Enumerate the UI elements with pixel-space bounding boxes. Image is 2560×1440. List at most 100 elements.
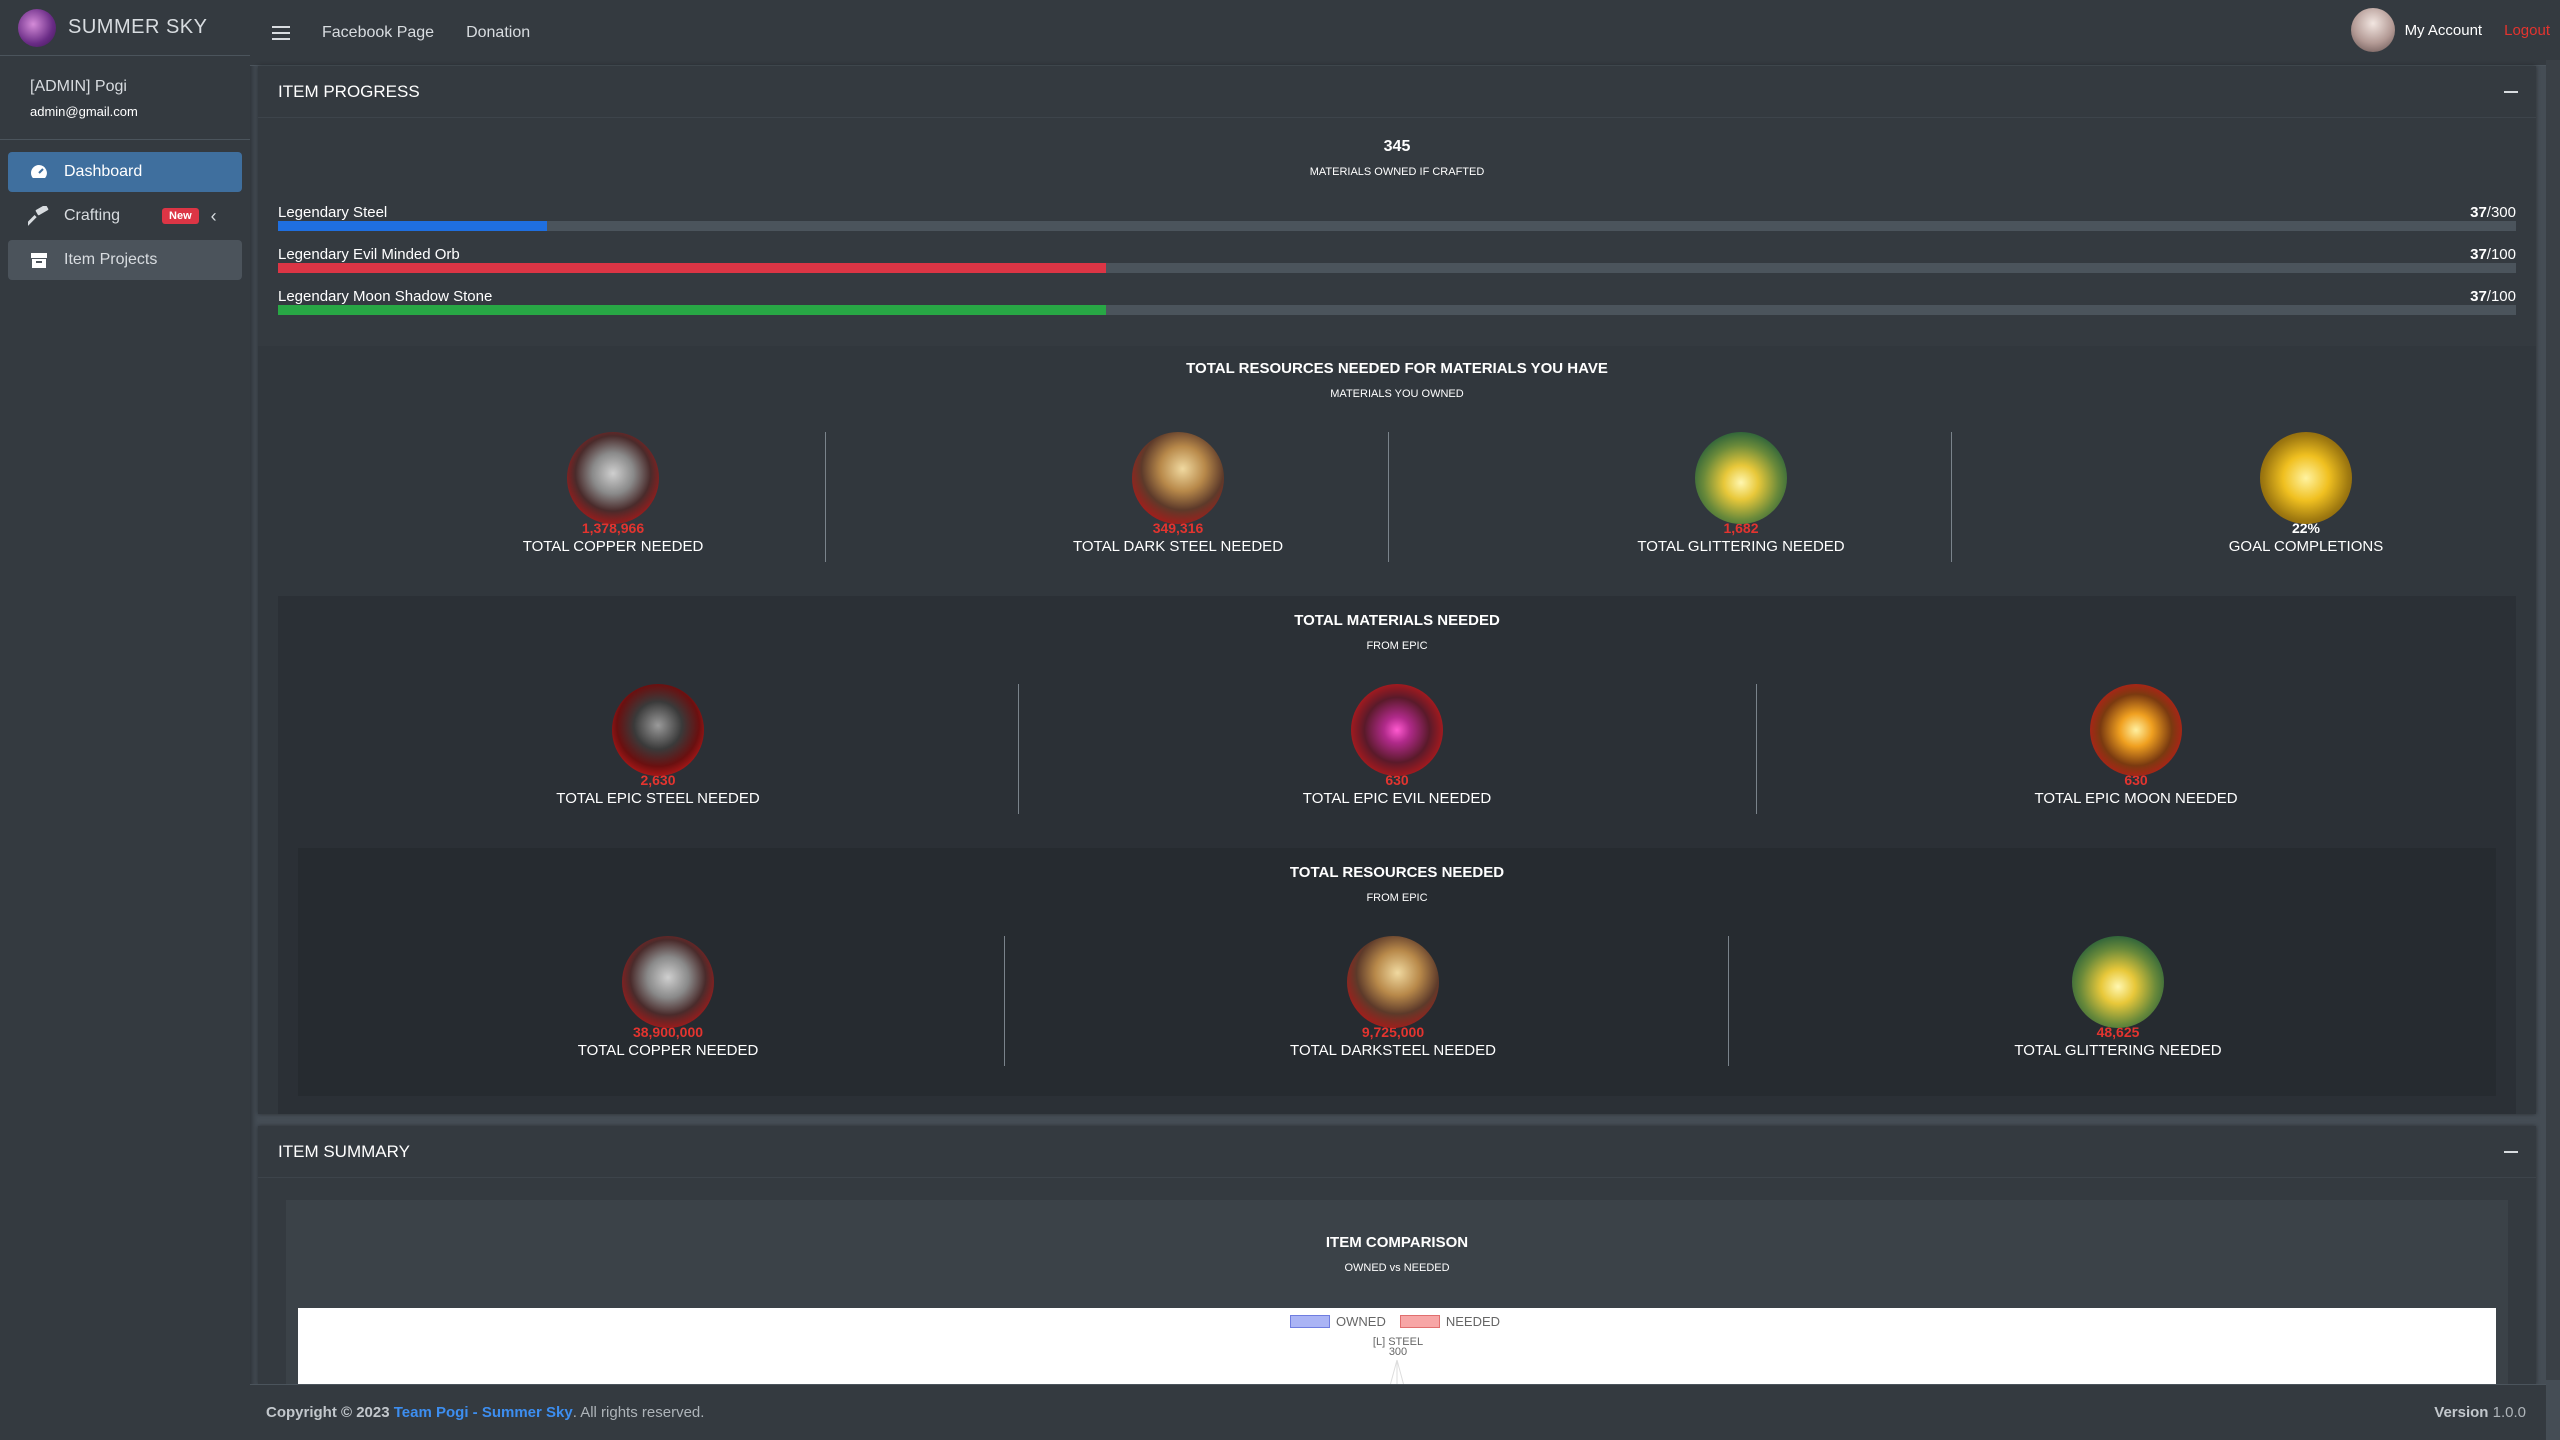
section-title: TOTAL RESOURCES NEEDED [1289, 864, 1505, 881]
card-title: ITEM PROGRESS [278, 81, 420, 101]
version-number: 1.0.0 [2488, 1404, 2526, 1421]
stat-total-dark-steel: 349,316 TOTAL DARK STEEL NEEDED [1028, 432, 1328, 555]
legend-owned-label[interactable]: OWNED [1336, 1314, 1386, 1329]
dashboard-gauge-icon [28, 162, 50, 182]
stat-label: TOTAL DARKSTEEL NEEDED [1290, 1042, 1496, 1059]
legend-needed-label[interactable]: NEEDED [1446, 1314, 1500, 1329]
progress-total: /100 [2486, 288, 2516, 305]
stat-total-glittering: 1,682 TOTAL GLITTERING NEEDED [1591, 432, 1891, 555]
epic-steel-icon [612, 684, 704, 776]
progress-row-legendary-evil-minded-orb: Legendary Evil Minded Orb 37/100 [278, 246, 2516, 273]
legend-needed-swatch[interactable] [1399, 1315, 1440, 1328]
card-title: ITEM SUMMARY [278, 1141, 410, 1161]
goal-icon [2260, 432, 2352, 524]
new-badge: New [162, 208, 199, 224]
copper-icon [622, 936, 714, 1028]
progress-value: 37/100 [2470, 288, 2516, 305]
stat-label: TOTAL EPIC STEEL NEEDED [556, 790, 760, 807]
collapse-icon[interactable] [2504, 91, 2518, 93]
progress-owned: 37 [2470, 246, 2487, 263]
copyright-label: Copyright © 2023 [266, 1404, 394, 1421]
progress-label: Legendary Evil Minded Orb [278, 246, 460, 263]
copyright-text: Copyright © 2023 Team Pogi - Summer Sky.… [266, 1404, 704, 1421]
stat-label: TOTAL GLITTERING NEEDED [2014, 1042, 2222, 1059]
chart-title: ITEM COMPARISON [1325, 1234, 1469, 1251]
team-link[interactable]: Team Pogi - Summer Sky [394, 1404, 573, 1421]
section-subtitle: FROM EPIC [1366, 892, 1428, 904]
sidebar-item-crafting[interactable]: Crafting New ‹ [8, 196, 242, 236]
progress-row-legendary-steel: Legendary Steel 37/300 [278, 204, 2516, 231]
progress-track [278, 263, 2516, 273]
hammer-icon [28, 206, 50, 226]
copper-icon [567, 432, 659, 524]
progress-fill [278, 305, 1107, 315]
stat-total-darksteel: 9,725,000 TOTAL DARKSTEEL NEEDED [1243, 936, 1543, 1059]
progress-owned: 37 [2470, 204, 2487, 221]
facebook-page-link[interactable]: Facebook Page [322, 24, 434, 42]
sidebar-item-label: Crafting [64, 207, 121, 224]
card-header: ITEM SUMMARY [258, 1126, 2536, 1178]
stat-label: TOTAL DARK STEEL NEEDED [1072, 538, 1284, 555]
radar-tick-label: 300 [1388, 1346, 1408, 1358]
stat-label: GOAL COMPLETIONS [2228, 538, 2384, 555]
materials-section: TOTAL MATERIALS NEEDED FROM EPIC 2,630 T… [278, 596, 2516, 1114]
rights-text: . All rights reserved. [572, 1404, 705, 1421]
resources-section: TOTAL RESOURCES NEEDED FROM EPIC 38,900,… [298, 848, 2496, 1096]
chart-legend: OWNED NEEDED [1290, 1314, 1500, 1329]
footer: Copyright © 2023 Team Pogi - Summer Sky.… [250, 1384, 2546, 1440]
version-text: Version 1.0.0 [2434, 1404, 2526, 1421]
section-title: TOTAL MATERIALS NEEDED [1294, 612, 1500, 629]
chevron-left-icon[interactable]: ‹ [211, 206, 217, 227]
dark-steel-chest-icon [1132, 432, 1224, 524]
dark-steel-chest-icon [1347, 936, 1439, 1028]
radar-grid-line [1396, 1359, 1405, 1384]
stat-goal-completions: 22% GOAL COMPLETIONS [2156, 432, 2456, 555]
progress-total: /300 [2486, 204, 2516, 221]
glittering-icon [2072, 936, 2164, 1028]
sidebar-nav: Dashboard Crafting New ‹ Item Projects [0, 140, 250, 296]
progress-owned: 37 [2470, 288, 2487, 305]
brand[interactable]: SUMMER SKY [0, 0, 250, 56]
page-scrollbar[interactable] [2546, 60, 2560, 1380]
brand-name: SUMMER SKY [68, 16, 208, 38]
avatar[interactable] [2350, 8, 2395, 52]
divider [1951, 432, 1952, 562]
sidebar: SUMMER SKY [ADMIN] Pogi admin@gmail.com … [0, 0, 250, 1440]
sidebar-item-item-projects[interactable]: Item Projects [8, 240, 242, 280]
owned-resources-section: TOTAL RESOURCES NEEDED FOR MATERIALS YOU… [258, 346, 2536, 1114]
donation-link[interactable]: Donation [466, 24, 530, 42]
sidebar-item-dashboard[interactable]: Dashboard [8, 152, 242, 192]
collapse-icon[interactable] [2504, 1151, 2518, 1153]
account-area: My Account Logout [2350, 8, 2550, 52]
divider [1728, 936, 1729, 1066]
user-email: admin@gmail.com [30, 104, 138, 119]
stat-label: TOTAL COPPER NEEDED [522, 538, 704, 555]
sidebar-item-label: Item Projects [64, 251, 158, 268]
glittering-icon [1695, 432, 1787, 524]
user-panel: [ADMIN] Pogi admin@gmail.com [0, 56, 250, 140]
user-name[interactable]: [ADMIN] Pogi [30, 78, 220, 96]
progress-value: 37/300 [2470, 204, 2516, 221]
progress-total: /100 [2486, 246, 2516, 263]
progress-row-legendary-moon-shadow-stone: Legendary Moon Shadow Stone 37/100 [278, 288, 2516, 315]
divider [1388, 432, 1389, 562]
top-navbar: Facebook Page Donation My Account Logout [250, 0, 2560, 66]
materials-owned-count: 345 [1383, 138, 1411, 155]
legend-owned-swatch[interactable] [1290, 1315, 1330, 1328]
stat-epic-moon: 630 TOTAL EPIC MOON NEEDED [1986, 684, 2286, 807]
hamburger-menu-icon[interactable] [272, 25, 290, 40]
radar-grid-line [1389, 1359, 1398, 1384]
divider [825, 432, 826, 562]
version-label: Version [2434, 1404, 2489, 1421]
epic-evil-icon [1351, 684, 1443, 776]
brand-logo-icon [18, 8, 56, 47]
section-title: TOTAL RESOURCES NEEDED FOR MATERIALS YOU… [1186, 360, 1608, 377]
stat-label: TOTAL EPIC EVIL NEEDED [1302, 790, 1492, 807]
stat-label: TOTAL EPIC MOON NEEDED [2034, 790, 2238, 807]
progress-label: Legendary Moon Shadow Stone [278, 288, 493, 305]
section-subtitle: MATERIALS YOU OWNED [1330, 388, 1464, 400]
my-account-link[interactable]: My Account [2405, 22, 2483, 39]
logout-link[interactable]: Logout [2504, 22, 2550, 39]
stat-label: TOTAL GLITTERING NEEDED [1637, 538, 1845, 555]
stat-total-glittering: 48,625 TOTAL GLITTERING NEEDED [1968, 936, 2268, 1059]
